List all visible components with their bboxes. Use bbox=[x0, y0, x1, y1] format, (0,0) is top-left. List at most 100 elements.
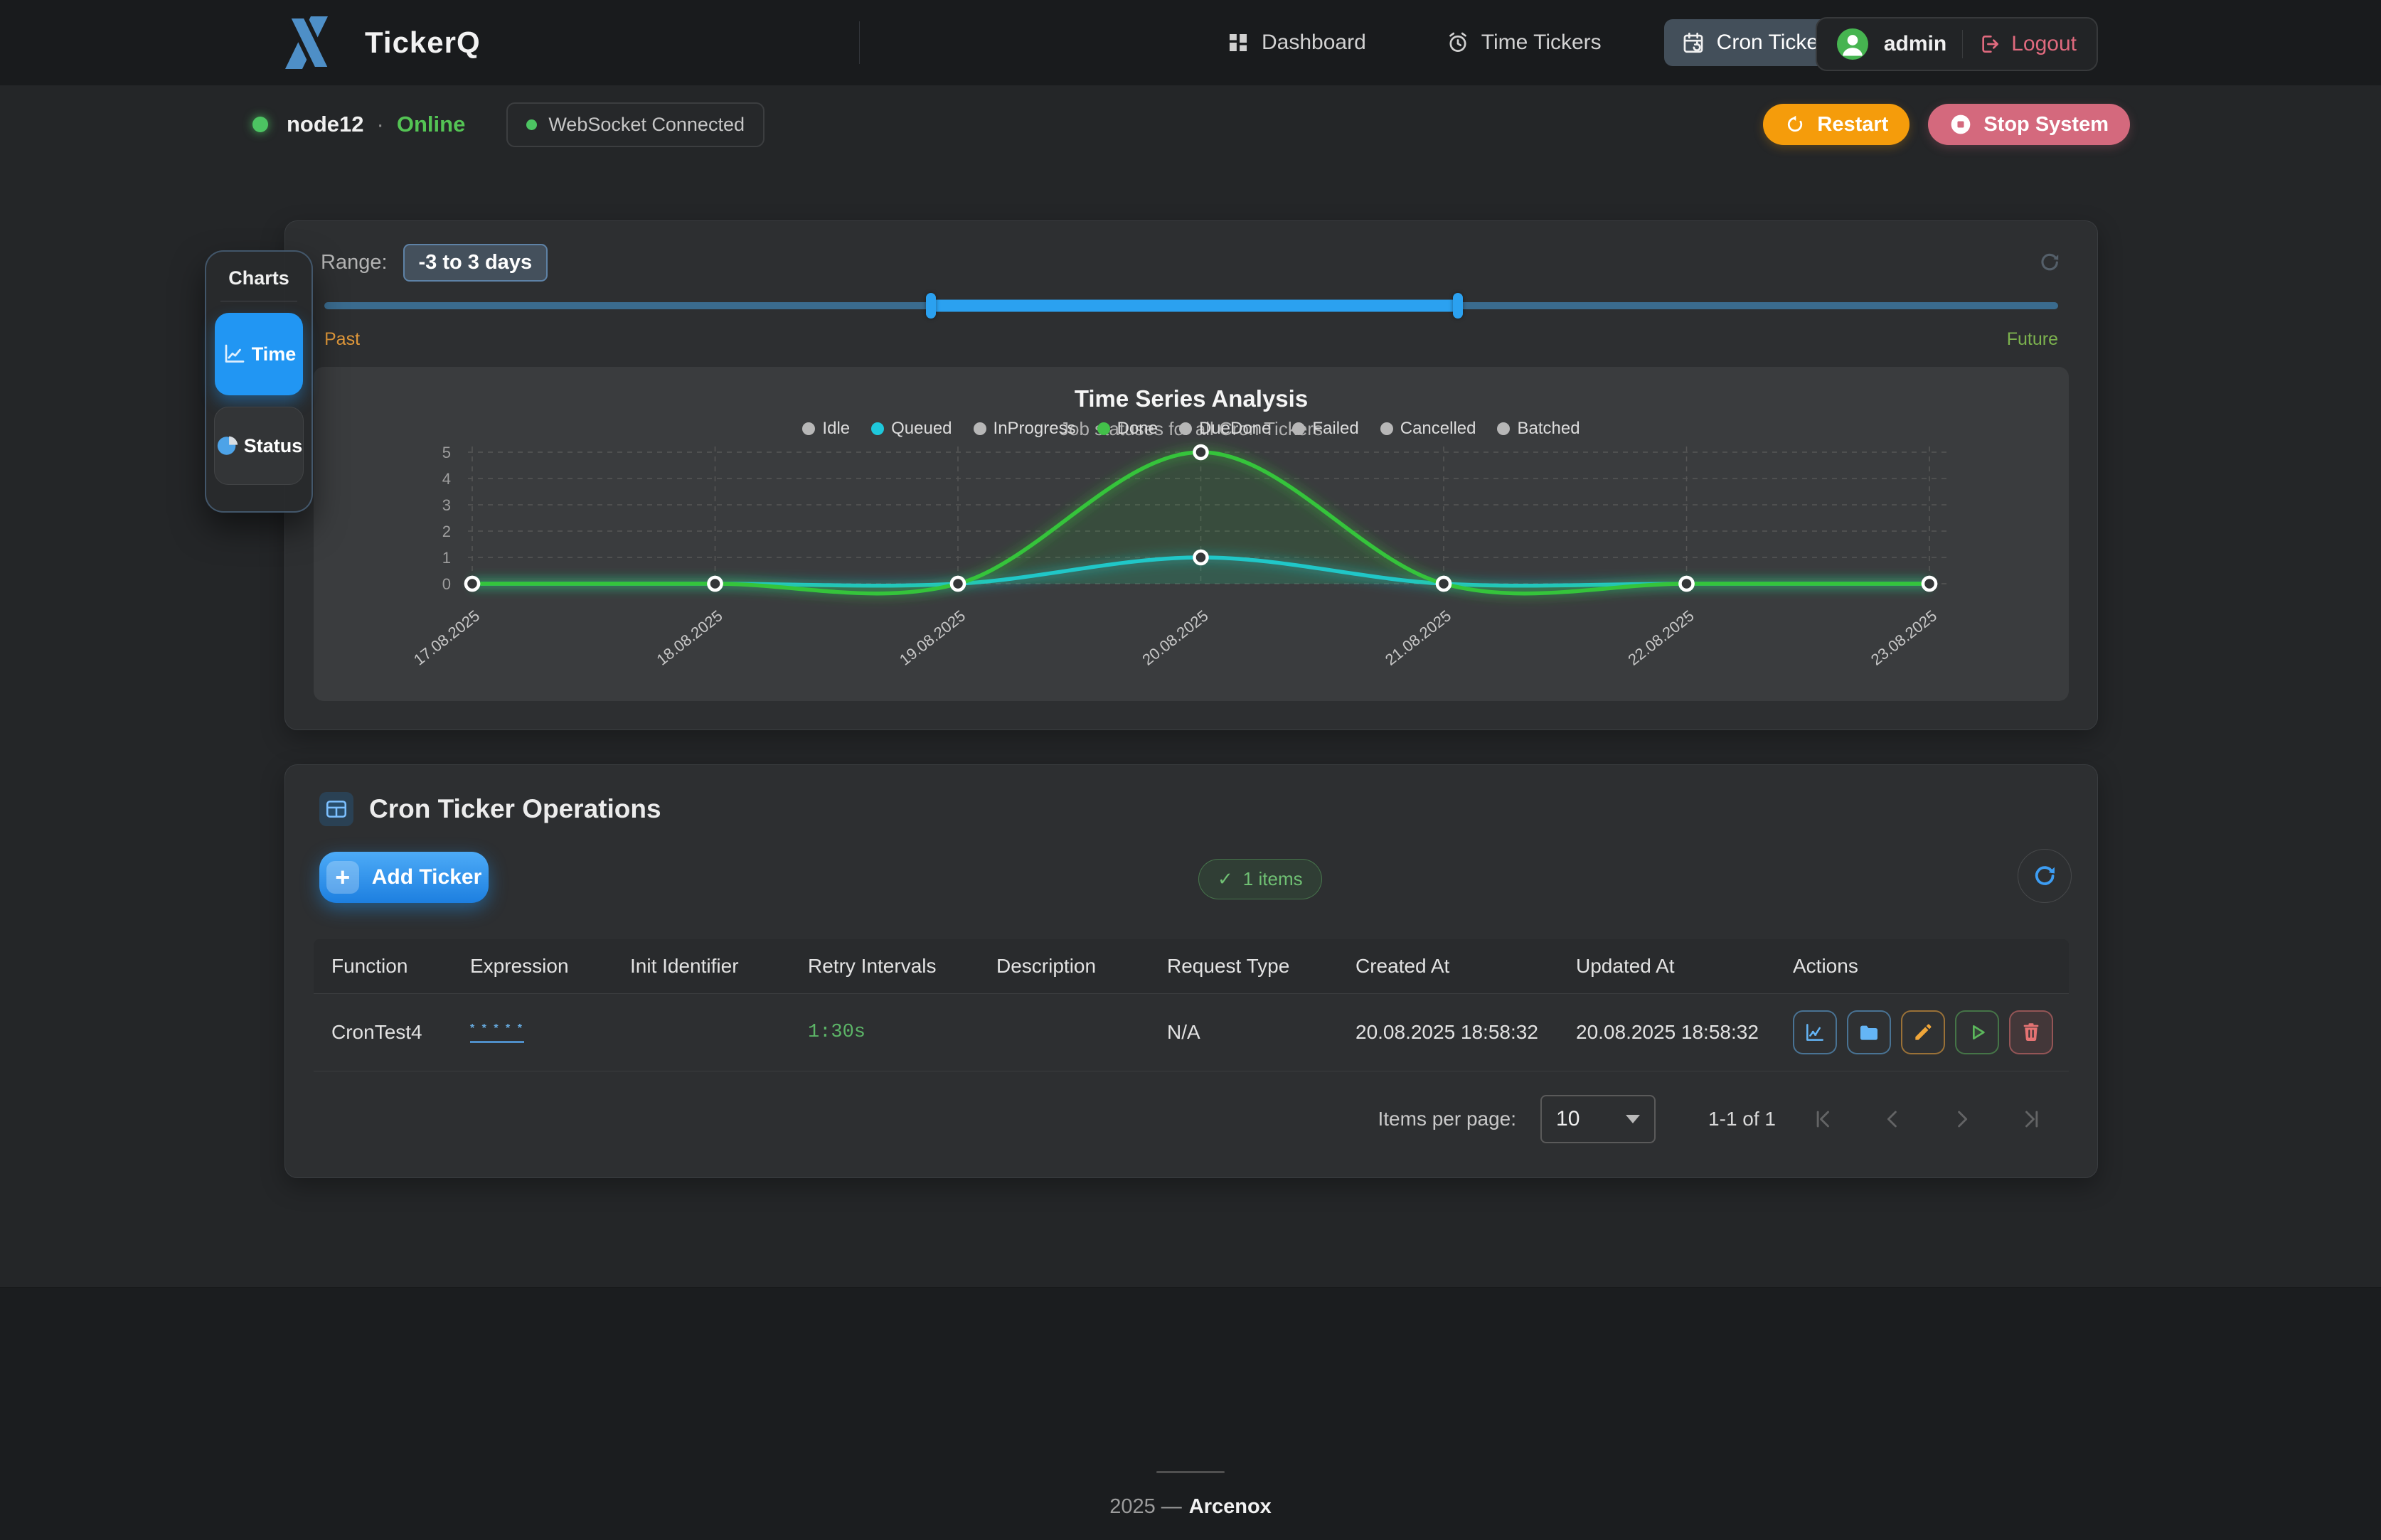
restart-label: Restart bbox=[1817, 113, 1888, 137]
chart-title: Time Series Analysis bbox=[314, 385, 2069, 412]
tickerq-app: TickerQ Dashboard Time Tickers bbox=[0, 0, 2381, 1540]
row-edit-button[interactable] bbox=[1901, 1010, 1945, 1054]
range-value-chip: -3 to 3 days bbox=[403, 244, 548, 282]
logout-button[interactable]: Logout bbox=[1978, 32, 2077, 56]
last-page-button[interactable] bbox=[2009, 1096, 2055, 1142]
user-name: admin bbox=[1884, 32, 1946, 56]
operations-header: Cron Ticker Operations bbox=[319, 792, 661, 826]
column-header-description: Description bbox=[996, 955, 1167, 978]
calendar-sync-icon bbox=[1681, 31, 1705, 55]
charts-sidebar: Charts Time Status bbox=[205, 250, 313, 513]
footer-divider bbox=[1156, 1471, 1225, 1473]
line-chart-icon bbox=[222, 341, 247, 367]
chevron-down-icon bbox=[1626, 1115, 1640, 1123]
slider-handle-end[interactable] bbox=[1453, 293, 1463, 319]
user-menu[interactable]: admin Logout bbox=[1816, 17, 2098, 71]
charts-sidebar-title: Charts bbox=[228, 267, 289, 289]
cell-actions bbox=[1793, 1010, 2069, 1054]
items-per-page-label: Items per page: bbox=[1378, 1108, 1516, 1130]
time-range-slider[interactable] bbox=[324, 291, 2058, 321]
sidebar-item-label: Time bbox=[252, 343, 297, 365]
row-run-button[interactable] bbox=[1955, 1010, 1999, 1054]
svg-text:0: 0 bbox=[442, 575, 451, 593]
dashboard-icon bbox=[1226, 31, 1250, 55]
alarm-clock-icon bbox=[1446, 31, 1470, 55]
table-row: CronTest4* * * * *1:30sN/A20.08.2025 18:… bbox=[314, 994, 2069, 1071]
websocket-dot bbox=[526, 119, 537, 130]
row-open-button[interactable] bbox=[1847, 1010, 1891, 1054]
footer-year: 2025 — bbox=[1109, 1495, 1182, 1518]
column-header-created-at: Created At bbox=[1355, 955, 1576, 978]
pagination-range-label: 1-1 of 1 bbox=[1708, 1108, 1776, 1130]
add-ticker-button[interactable]: + Add Ticker bbox=[319, 852, 489, 903]
header-divider bbox=[859, 21, 860, 64]
first-page-button[interactable] bbox=[1800, 1096, 1845, 1142]
next-page-button[interactable] bbox=[1939, 1096, 1985, 1142]
tickerq-logo-icon bbox=[274, 9, 341, 76]
chevron-right-icon bbox=[1951, 1108, 1973, 1130]
add-ticker-label: Add Ticker bbox=[372, 865, 482, 889]
nav-label: Dashboard bbox=[1262, 31, 1366, 55]
range-row: Range: -3 to 3 days bbox=[321, 242, 2062, 282]
nav-dashboard[interactable]: Dashboard bbox=[1209, 19, 1383, 66]
refresh-icon bbox=[2031, 862, 2058, 889]
svg-text:22.08.2025: 22.08.2025 bbox=[1624, 606, 1697, 668]
svg-text:20.08.2025: 20.08.2025 bbox=[1139, 606, 1211, 668]
column-header-expression: Expression bbox=[470, 955, 630, 978]
cell-function: CronTest4 bbox=[331, 1021, 470, 1044]
previous-page-button[interactable] bbox=[1870, 1096, 1915, 1142]
items-per-page-select[interactable]: 10 bbox=[1540, 1095, 1656, 1143]
stop-icon bbox=[1949, 113, 1972, 136]
cron-tickers-table: FunctionExpressionInit IdentifierRetry I… bbox=[314, 939, 2069, 1071]
stop-system-button[interactable]: Stop System bbox=[1928, 104, 2130, 145]
cell-expression: * * * * * bbox=[470, 1022, 630, 1043]
row-delete-button[interactable] bbox=[2009, 1010, 2053, 1054]
slider-handle-start[interactable] bbox=[926, 293, 936, 319]
logout-icon bbox=[1978, 33, 2001, 55]
time-series-chart-card: Time Series Analysis Job statuses for al… bbox=[314, 367, 2069, 701]
chart-icon bbox=[1804, 1021, 1826, 1044]
column-header-function: Function bbox=[331, 955, 470, 978]
slider-axis-labels: Past Future bbox=[324, 329, 2058, 350]
top-navigation-bar: TickerQ Dashboard Time Tickers bbox=[0, 0, 2381, 85]
svg-text:19.08.2025: 19.08.2025 bbox=[896, 606, 969, 668]
sidebar-item-status[interactable]: Status bbox=[214, 407, 304, 485]
svg-text:2: 2 bbox=[442, 523, 451, 540]
node-online-label: Online bbox=[397, 112, 465, 137]
refresh-table-button[interactable] bbox=[2018, 849, 2072, 903]
first-page-icon bbox=[1812, 1108, 1833, 1130]
node-name: node12 bbox=[287, 112, 364, 137]
cron-ticker-operations-panel: Cron Ticker Operations + Add Ticker ✓ 1 … bbox=[284, 764, 2098, 1178]
user-chip-divider bbox=[1962, 30, 1963, 58]
column-header-retry-intervals: Retry Intervals bbox=[808, 955, 996, 978]
row-chart-button[interactable] bbox=[1793, 1010, 1837, 1054]
svg-text:18.08.2025: 18.08.2025 bbox=[653, 606, 725, 668]
user-avatar-icon bbox=[1837, 28, 1868, 60]
cell-request-type: N/A bbox=[1167, 1021, 1355, 1044]
svg-text:21.08.2025: 21.08.2025 bbox=[1382, 606, 1454, 668]
nav-time-tickers[interactable]: Time Tickers bbox=[1429, 19, 1619, 66]
check-icon: ✓ bbox=[1218, 868, 1233, 890]
column-header-updated-at: Updated At bbox=[1576, 955, 1793, 978]
column-header-request-type: Request Type bbox=[1167, 955, 1355, 978]
restart-button[interactable]: Restart bbox=[1763, 104, 1909, 145]
column-header-init-identifier: Init Identifier bbox=[630, 955, 808, 978]
time-series-panel: Range: -3 to 3 days Past Future Time Ser… bbox=[284, 220, 2098, 730]
slider-selected-range[interactable] bbox=[931, 300, 1458, 312]
last-page-icon bbox=[2021, 1108, 2042, 1130]
cron-expression-link[interactable]: * * * * * bbox=[470, 1022, 524, 1043]
logout-label: Logout bbox=[2011, 32, 2077, 56]
range-refresh-icon[interactable] bbox=[2038, 250, 2062, 274]
restart-icon bbox=[1784, 114, 1806, 135]
table-body: CronTest4* * * * *1:30sN/A20.08.2025 18:… bbox=[314, 994, 2069, 1071]
pie-chart-icon bbox=[215, 434, 240, 458]
range-label: Range: bbox=[321, 251, 388, 274]
table-header-row: FunctionExpressionInit IdentifierRetry I… bbox=[314, 939, 2069, 994]
column-header-actions: Actions bbox=[1793, 955, 2069, 978]
svg-text:17.08.2025: 17.08.2025 bbox=[410, 606, 483, 668]
operations-title: Cron Ticker Operations bbox=[369, 794, 661, 824]
brand: TickerQ bbox=[274, 0, 481, 85]
sidebar-item-time[interactable]: Time bbox=[215, 313, 303, 395]
stop-label: Stop System bbox=[1983, 113, 2109, 137]
app-title: TickerQ bbox=[365, 26, 481, 60]
